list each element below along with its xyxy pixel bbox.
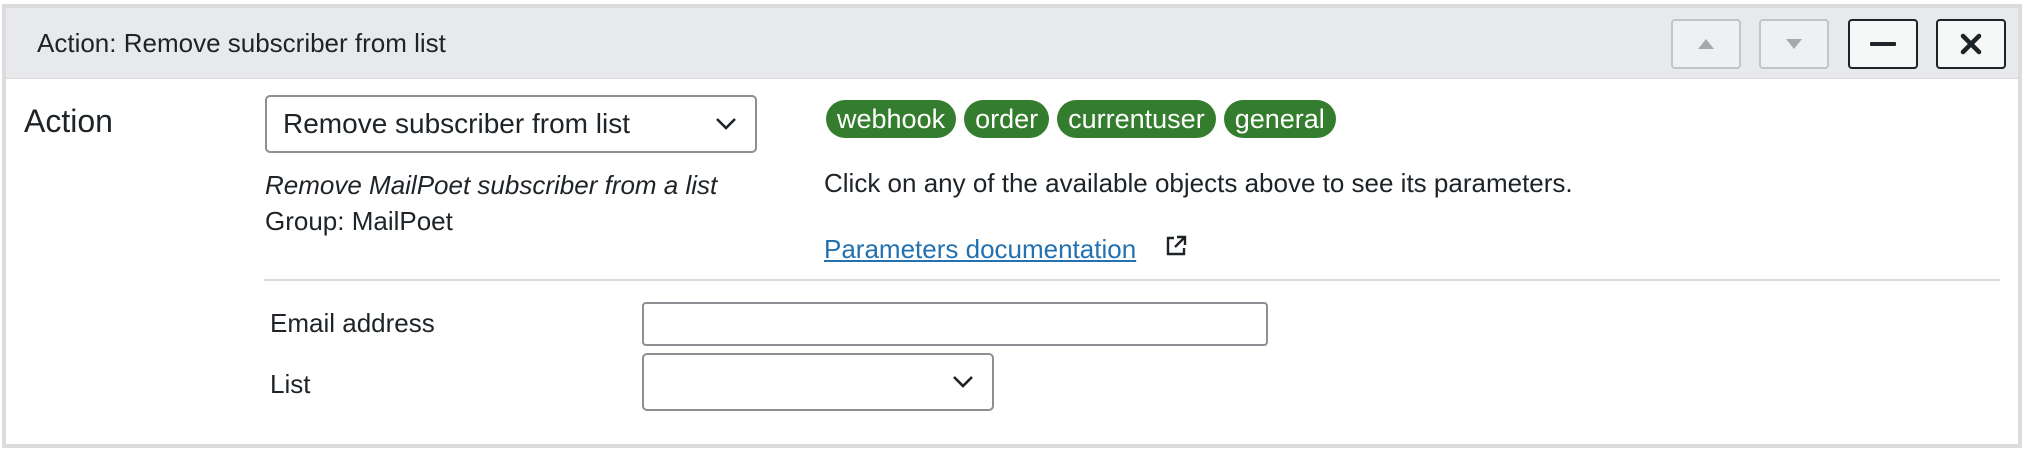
- minus-icon: [1870, 42, 1896, 46]
- tag-currentuser[interactable]: currentuser: [1057, 100, 1216, 138]
- external-link-icon: [1166, 235, 1187, 256]
- chevron-down-icon: [716, 118, 736, 130]
- tag-order[interactable]: order: [964, 100, 1050, 138]
- email-address-input[interactable]: [642, 302, 1268, 346]
- list-select[interactable]: [642, 353, 994, 411]
- panel-header: Action: Remove subscriber from list: [6, 8, 2018, 79]
- tag-general[interactable]: general: [1223, 100, 1336, 138]
- close-button[interactable]: [1936, 19, 2006, 69]
- chevron-down-icon: [953, 376, 973, 388]
- action-description: Remove MailPoet subscriber from a list: [265, 170, 718, 200]
- move-up-button[interactable]: [1671, 19, 1741, 69]
- tag-webhook[interactable]: webhook: [826, 100, 957, 138]
- close-icon: [1960, 33, 1982, 55]
- parameters-doc-link[interactable]: Parameters documentation: [824, 234, 1136, 265]
- action-select-value: Remove subscriber from list: [283, 108, 630, 139]
- objects-help-text: Click on any of the available objects ab…: [824, 168, 1573, 198]
- action-panel: Action: Remove subscriber from list Acti…: [2, 4, 2022, 448]
- divider: [264, 279, 2000, 281]
- triangle-up-icon: [1698, 39, 1714, 49]
- list-label: List: [270, 369, 311, 399]
- email-address-label: Email address: [270, 308, 435, 338]
- object-tags: webhook order currentuser general: [826, 100, 1336, 138]
- action-group: Group: MailPoet: [265, 206, 453, 236]
- action-label: Action: [24, 103, 113, 139]
- collapse-button[interactable]: [1848, 19, 1918, 69]
- triangle-down-icon: [1786, 39, 1802, 49]
- move-down-button[interactable]: [1759, 19, 1829, 69]
- action-select[interactable]: Remove subscriber from list: [265, 95, 757, 153]
- panel-title: Action: Remove subscriber from list: [37, 28, 446, 58]
